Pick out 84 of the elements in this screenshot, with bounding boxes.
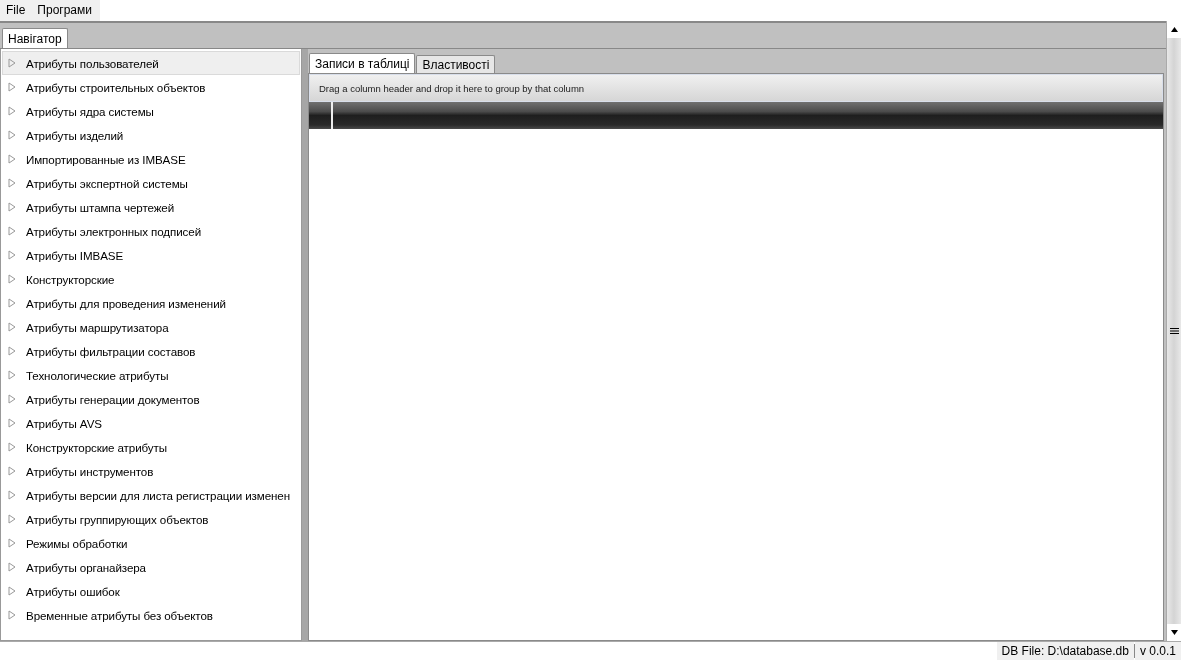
tree-item[interactable]: Атрибуты изделий [2,123,300,147]
expand-arrow-icon[interactable] [8,250,16,260]
tree-item-label: Атрибуты штампа чертежей [26,200,175,214]
tree-item[interactable]: Атрибуты штампа чертежей [2,195,300,219]
expand-arrow-icon[interactable] [8,394,16,404]
tree-item[interactable]: Атрибуты генерации документов [2,387,300,411]
tree-item-label: Атрибуты экспертной системы [26,176,188,190]
tree-item-label: Конструкторские атрибуты [26,440,167,454]
tree-item[interactable]: Конструкторские [2,267,300,291]
tree-item[interactable]: Атрибуты строительных объектов [2,75,300,99]
expand-arrow-icon[interactable] [8,58,16,68]
expand-arrow-icon[interactable] [8,298,16,308]
tab[interactable]: Записи в таблиці [309,53,416,73]
tree-item-label: Атрибуты ошибок [26,584,120,598]
tree-item-label: Атрибуты пользователей [26,56,159,70]
vertical-scrollbar[interactable] [1166,21,1181,641]
menu-item[interactable]: Програми [31,0,98,21]
tree-item[interactable]: Атрибуты органайзера [2,555,300,579]
tree-item-label: Атрибуты изделий [26,128,124,142]
tree-item-label: Атрибуты строительных объектов [26,80,206,94]
expand-arrow-icon[interactable] [8,370,16,380]
expand-arrow-icon[interactable] [8,82,16,92]
expand-arrow-icon[interactable] [8,202,16,212]
expand-arrow-icon[interactable] [8,466,16,476]
tree-item-label: Атрибуты маршрутизатора [26,320,169,334]
version-label: v 0.0.1 [1134,642,1181,660]
tree-item[interactable]: Режимы обработки [2,531,300,555]
tree-item[interactable]: Атрибуты версии для листа регистрации изменен [2,483,300,507]
tree-item[interactable]: Атрибуты ошибок [2,579,300,603]
tree-item-label: Атрибуты ядра системы [26,104,154,118]
tree-item[interactable]: Атрибуты ядра системы [2,99,300,123]
expand-arrow-icon[interactable] [8,418,16,428]
tree-item[interactable]: Атрибуты IMBASE [2,243,300,267]
tree-item-label: Технологические атрибуты [26,368,169,382]
tree-item[interactable]: Атрибуты экспертной системы [2,171,300,195]
tree-item-label: Временные атрибуты без объектов [26,608,213,622]
expand-arrow-icon[interactable] [8,586,16,596]
tree-item[interactable]: Атрибуты группирующих объектов [2,507,300,531]
tree-item-label: Атрибуты AVS [26,416,102,430]
tree-item[interactable]: Атрибуты пользователей [2,51,300,75]
tree-item[interactable]: Атрибуты для проведения изменений [2,291,300,315]
group-panel-hint: Drag a column header and drop it here to group by that column [319,82,585,94]
scroll-up-icon[interactable] [1170,27,1178,32]
expand-arrow-icon[interactable] [8,538,16,548]
tree-item-label: Атрибуты для проведения изменений [26,296,226,310]
expand-arrow-icon[interactable] [8,274,16,284]
tree-item-label: Атрибуты электронных подписей [26,224,201,238]
tree-item[interactable]: Конструкторские атрибуты [2,435,300,459]
expand-arrow-icon[interactable] [8,226,16,236]
tree-item[interactable]: Импортированные из IMBASE [2,147,300,171]
tree-item-label: Атрибуты группирующих объектов [26,512,209,526]
expand-arrow-icon[interactable] [8,322,16,332]
expand-arrow-icon[interactable] [8,610,16,620]
tab[interactable]: Властивості [416,55,496,73]
tree-item-label: Конструкторские [26,272,115,286]
expand-arrow-icon[interactable] [8,130,16,140]
tree-item[interactable]: Атрибуты маршрутизатора [2,315,300,339]
scroll-thumb-grip-icon[interactable] [1169,328,1179,334]
tree-item-label: Атрибуты генерации документов [26,392,200,406]
tree-item-label: Импортированные из IMBASE [26,152,186,166]
tree-item[interactable]: Атрибуты инструментов [2,459,300,483]
tree-item[interactable]: Временные атрибуты без объектов [2,603,300,627]
expand-arrow-icon[interactable] [8,442,16,452]
db-file-path: DB File: D:\database.db [996,642,1134,660]
menu-item[interactable]: File [0,0,32,21]
tree-item-label: Атрибуты фильтрации составов [26,344,196,358]
tab[interactable]: Навігатор [2,28,68,48]
expand-arrow-icon[interactable] [8,490,16,500]
tree-item[interactable]: Атрибуты электронных подписей [2,219,300,243]
tree-item-label: Атрибуты IMBASE [26,248,124,262]
expand-arrow-icon[interactable] [8,178,16,188]
tree-item[interactable]: Технологические атрибуты [2,363,300,387]
tree-item-label: Атрибуты органайзера [26,560,146,574]
expand-arrow-icon[interactable] [8,562,16,572]
tree-item-label: Атрибуты версии для листа регистрации изменен [26,488,290,502]
tree-item-label: Режимы обработки [26,536,128,550]
tree-item[interactable]: Атрибуты AVS [2,411,300,435]
scroll-down-icon[interactable] [1170,630,1178,635]
expand-arrow-icon[interactable] [8,106,16,116]
tree-item-label: Атрибуты инструментов [26,464,154,478]
expand-arrow-icon[interactable] [8,154,16,164]
expand-arrow-icon[interactable] [8,346,16,356]
expand-arrow-icon[interactable] [8,514,16,524]
tree-item[interactable]: Атрибуты фильтрации составов [2,339,300,363]
